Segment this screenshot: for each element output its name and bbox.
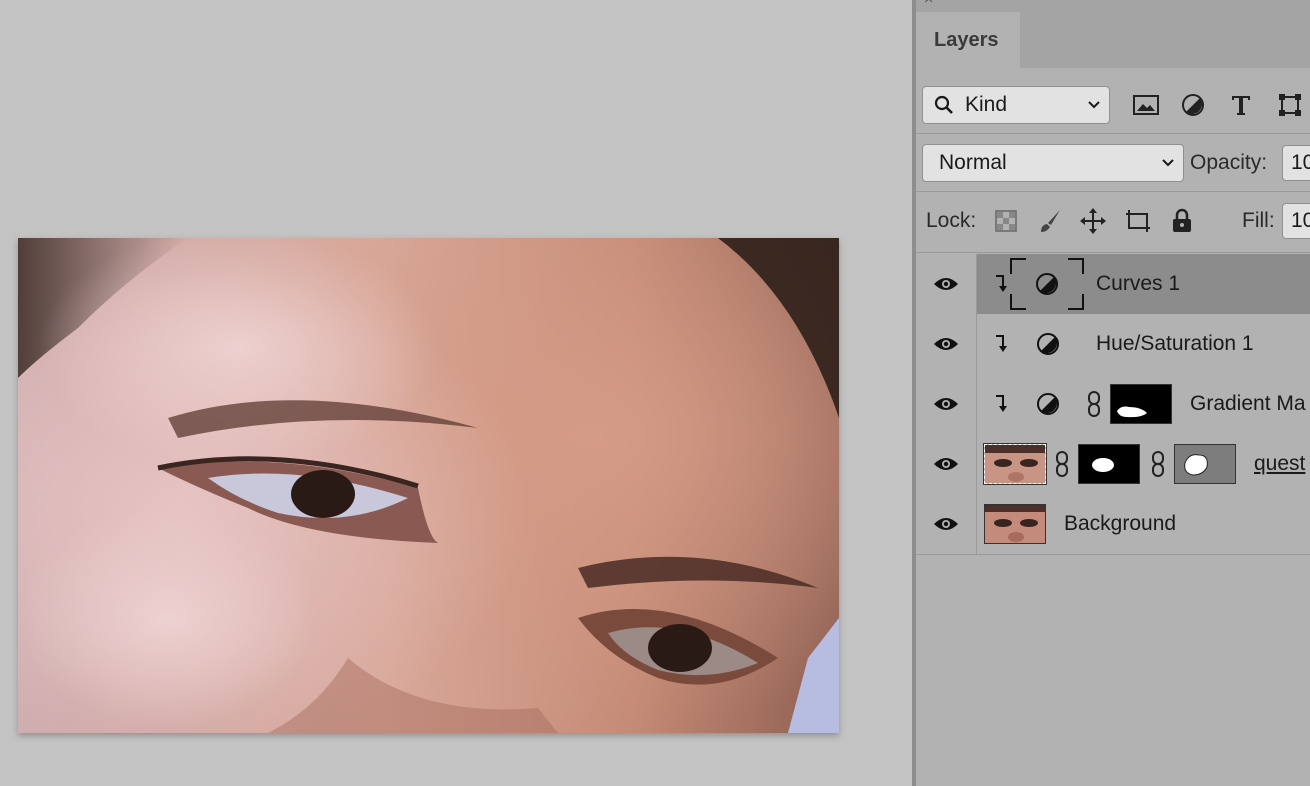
blend-mode-label: Normal	[939, 151, 1007, 174]
lock-move-icon[interactable]	[1079, 207, 1107, 235]
link-chain-icon[interactable]	[1055, 450, 1069, 478]
fill-label: Fill:	[1242, 209, 1275, 232]
link-chain-icon[interactable]	[1087, 390, 1101, 418]
layer-row-quest[interactable]: quest	[916, 434, 1310, 495]
layer-image-thumbnail[interactable]	[984, 504, 1046, 544]
opacity-input[interactable]: 10	[1282, 145, 1310, 181]
adjustment-icon	[1036, 273, 1058, 295]
link-chain-icon[interactable]	[1151, 450, 1165, 478]
layer-row-gradient-map[interactable]: Gradient Ma	[916, 374, 1310, 435]
layer-name[interactable]: Hue/Saturation 1	[1096, 314, 1254, 374]
photo-image[interactable]	[18, 238, 839, 733]
layer-name[interactable]: quest	[1254, 434, 1305, 494]
fill-input[interactable]: 10	[1282, 203, 1310, 239]
document-canvas[interactable]	[0, 0, 912, 786]
opacity-label: Opacity:	[1190, 151, 1268, 174]
filter-shape-icon[interactable]	[1276, 91, 1304, 119]
layer-row-curves-1[interactable]: Curves 1	[916, 254, 1310, 315]
visibility-eye-icon[interactable]	[916, 434, 977, 494]
close-icon[interactable]: ×	[924, 0, 933, 8]
filter-kind-label: Kind	[965, 93, 1008, 116]
visibility-eye-icon[interactable]	[916, 314, 977, 374]
lock-artboard-icon[interactable]	[1124, 207, 1152, 235]
lock-all-icon[interactable]	[1168, 207, 1196, 235]
clipping-arrow-icon	[994, 393, 1008, 418]
clipping-arrow-icon	[994, 273, 1008, 298]
panel-title-bar: ×	[916, 0, 1310, 12]
filter-type-icon[interactable]	[1227, 91, 1255, 119]
layer-row-background[interactable]: Background	[916, 494, 1310, 555]
visibility-eye-icon[interactable]	[916, 254, 977, 314]
visibility-eye-icon[interactable]	[916, 494, 977, 554]
adjustment-icon[interactable]	[1036, 332, 1060, 356]
search-icon	[933, 87, 955, 135]
layers-panel: × Layers Kind Normal Opacity: 10 Lock:	[916, 0, 1310, 786]
lock-paint-icon[interactable]	[1036, 207, 1064, 235]
layer-name[interactable]: Curves 1	[1096, 254, 1180, 314]
layer-thumbnail-frame[interactable]	[1010, 258, 1084, 310]
layer-image-thumbnail[interactable]	[983, 443, 1047, 485]
tab-layers[interactable]: Layers	[916, 12, 1020, 68]
filter-adjustment-icon[interactable]	[1179, 91, 1207, 119]
layer-mask-thumbnail[interactable]	[1110, 384, 1172, 424]
chevron-down-icon	[1087, 87, 1101, 136]
lock-label: Lock:	[926, 209, 977, 232]
lock-transparent-icon[interactable]	[992, 207, 1020, 235]
layer-name[interactable]: Background	[1064, 494, 1176, 554]
blend-mode-select[interactable]: Normal	[922, 144, 1184, 182]
visibility-eye-icon[interactable]	[916, 374, 977, 434]
clipping-arrow-icon	[994, 333, 1008, 358]
vector-mask-thumbnail[interactable]	[1174, 444, 1236, 484]
layer-mask-thumbnail[interactable]	[1078, 444, 1140, 484]
layer-row-hue-saturation-1[interactable]: Hue/Saturation 1	[916, 314, 1310, 375]
layer-name[interactable]: Gradient Ma	[1190, 374, 1306, 434]
adjustment-icon[interactable]	[1036, 392, 1060, 416]
filter-kind-select[interactable]: Kind	[922, 86, 1110, 124]
chevron-down-icon	[1161, 145, 1175, 194]
filter-pixel-icon[interactable]	[1132, 91, 1160, 119]
